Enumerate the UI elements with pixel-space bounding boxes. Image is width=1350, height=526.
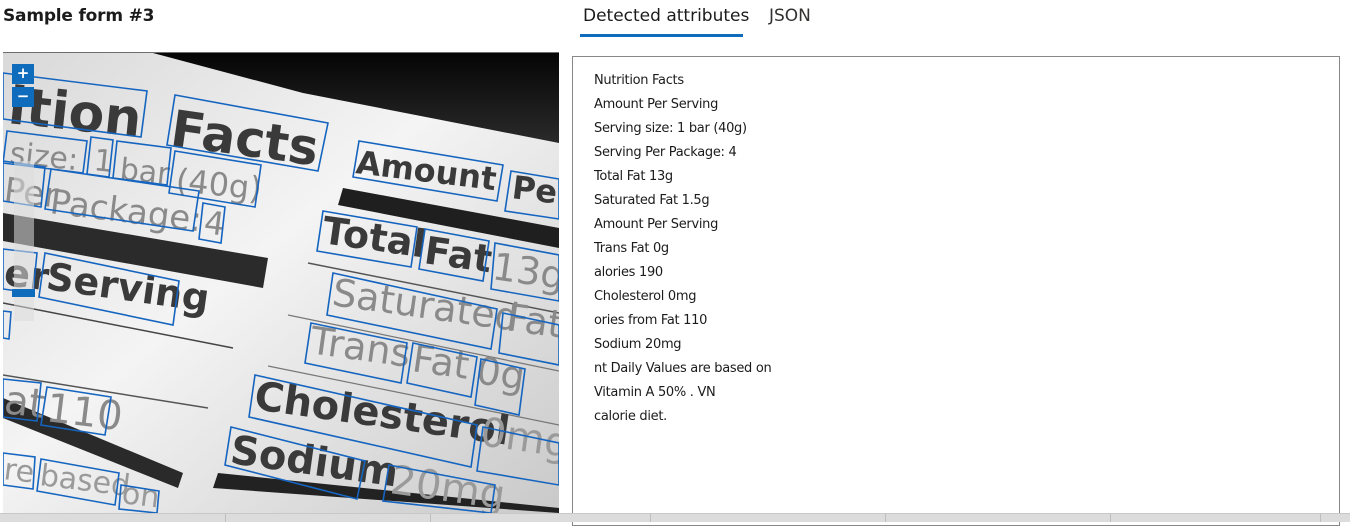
active-tab-indicator xyxy=(580,34,743,37)
page-title: Sample form #3 xyxy=(3,6,155,26)
photo-word: Fat xyxy=(504,295,559,346)
attribute-list: Nutrition Facts Amount Per Serving Servi… xyxy=(594,71,772,431)
attribute-item[interactable]: Serving size: 1 bar (40g) xyxy=(594,119,771,143)
attribute-item[interactable]: Total Fat 13g xyxy=(594,167,771,191)
attribute-item[interactable]: nt Daily Values are based on xyxy=(594,359,772,383)
photo-word: re xyxy=(3,452,36,490)
attribute-item[interactable]: Trans Fat 0g xyxy=(594,239,771,263)
photo-word: on xyxy=(120,476,161,513)
nutrition-label-photo: ition Facts size: 1 bar (40g) Amount Pe … xyxy=(3,53,559,513)
attribute-item[interactable]: calorie diet. xyxy=(594,407,771,431)
attribute-item[interactable]: Amount Per Serving xyxy=(594,215,771,239)
attribute-item[interactable]: Nutrition Facts xyxy=(594,71,771,95)
attribute-item[interactable]: ories from Fat 110 xyxy=(594,311,771,335)
zoom-slider-handle[interactable] xyxy=(12,289,35,297)
attribute-item[interactable]: Amount Per Serving xyxy=(594,95,771,119)
photo-word: 0g xyxy=(474,348,528,398)
attribute-item[interactable]: Sodium 20mg xyxy=(594,335,771,359)
attribute-item[interactable]: Cholesterol 0mg xyxy=(594,287,771,311)
zoom-in-button[interactable]: + xyxy=(12,64,34,84)
detected-attributes-panel: Nutrition Facts Amount Per Serving Servi… xyxy=(572,56,1340,526)
zoom-out-button[interactable]: − xyxy=(12,87,34,107)
tab-detected-attributes[interactable]: Detected attributes xyxy=(583,6,749,26)
attribute-item[interactable]: Vitamin A 50% . VN xyxy=(594,383,771,407)
attribute-item[interactable]: Saturated Fat 1.5g xyxy=(594,191,771,215)
tab-json[interactable]: JSON xyxy=(769,6,811,26)
document-image-viewer[interactable]: ition Facts size: 1 bar (40g) Amount Pe … xyxy=(3,52,559,513)
zoom-slider-track[interactable] xyxy=(14,161,34,321)
attribute-item[interactable]: Serving Per Package: 4 xyxy=(594,143,771,167)
attribute-item[interactable]: alories 190 xyxy=(594,263,771,287)
